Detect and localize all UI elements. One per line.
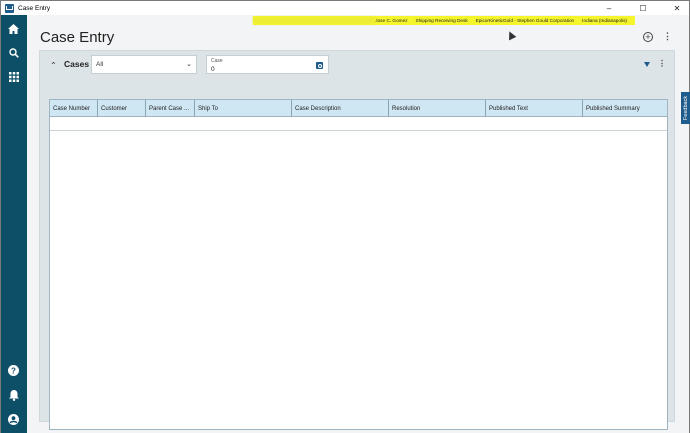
- panel-title: Cases: [64, 59, 90, 69]
- page-title: Case Entry: [40, 29, 115, 46]
- cases-panel: ⌄ Cases All ⌄ Case 0 ⋮ Case Number Custo…: [39, 50, 675, 430]
- cases-panel-header: ⌄ Cases All ⌄ Case 0 ⋮: [40, 51, 674, 79]
- feedback-tab[interactable]: Feedback: [681, 92, 690, 124]
- site[interactable]: Indiana (Indianapolis): [582, 18, 627, 23]
- workstation[interactable]: Shipping Receiving Desk: [416, 18, 468, 23]
- panel-more-icon[interactable]: ⋮: [658, 59, 666, 68]
- add-new-icon[interactable]: +: [643, 32, 653, 42]
- column-header[interactable]: Parent Case ...: [146, 100, 195, 117]
- company[interactable]: EpicorKineticGold - Stephen Gould Corpor…: [476, 18, 575, 23]
- minimize-button[interactable]: –: [603, 4, 615, 13]
- page-more-icon[interactable]: ⋮: [663, 32, 672, 41]
- cases-grid: Case Number Customer Parent Case ... Shi…: [49, 99, 668, 430]
- column-header[interactable]: Customer: [98, 100, 146, 117]
- column-header[interactable]: Case Number: [50, 100, 98, 117]
- filter-value: All: [96, 61, 104, 68]
- user-context-bar: Jose C. Gomez Shipping Receiving Desk Ep…: [253, 16, 635, 25]
- table-row[interactable]: [50, 117, 667, 131]
- close-button[interactable]: ✕: [671, 4, 683, 13]
- filter-icon[interactable]: [644, 62, 650, 67]
- app-icon: [5, 3, 14, 13]
- column-header[interactable]: Ship To: [195, 100, 292, 117]
- apps-grid-icon[interactable]: [6, 69, 21, 84]
- maximize-button[interactable]: ☐: [637, 4, 649, 13]
- column-header[interactable]: Resolution: [389, 100, 486, 117]
- case-field-label: Case: [211, 58, 223, 64]
- column-header[interactable]: Published Text: [486, 100, 583, 117]
- feedback-label: Feedback: [683, 95, 689, 121]
- title-bar: Case Entry – ☐ ✕: [1, 1, 689, 15]
- window-title: Case Entry: [18, 4, 51, 12]
- case-field-value[interactable]: 0: [211, 66, 215, 73]
- redacted-area: [253, 17, 376, 24]
- column-header[interactable]: Case Description: [292, 100, 389, 117]
- column-header[interactable]: Published Summary: [583, 100, 667, 117]
- case-number-field[interactable]: Case 0: [206, 55, 329, 74]
- help-icon[interactable]: ?: [6, 363, 21, 378]
- window-controls: – ☐ ✕: [603, 1, 683, 15]
- svg-text:?: ?: [11, 366, 16, 375]
- app-window: Case Entry – ☐ ✕ ? Jose C. Gomez Shippin…: [0, 0, 690, 433]
- chevron-down-icon[interactable]: ⌄: [186, 60, 192, 68]
- user-name[interactable]: Jose C. Gomez: [375, 18, 407, 23]
- sidebar: ?: [1, 15, 27, 433]
- cases-filter-select[interactable]: All ⌄: [91, 55, 197, 74]
- case-search-icon[interactable]: [316, 62, 323, 69]
- notifications-icon[interactable]: [6, 388, 21, 403]
- search-icon[interactable]: [6, 45, 21, 60]
- home-icon[interactable]: [6, 21, 21, 36]
- grid-header: Case Number Customer Parent Case ... Shi…: [50, 100, 667, 117]
- chevron-up-icon[interactable]: ⌄: [50, 60, 57, 69]
- account-icon[interactable]: [6, 412, 21, 427]
- main-content: Jose C. Gomez Shipping Receiving Desk Ep…: [27, 15, 689, 433]
